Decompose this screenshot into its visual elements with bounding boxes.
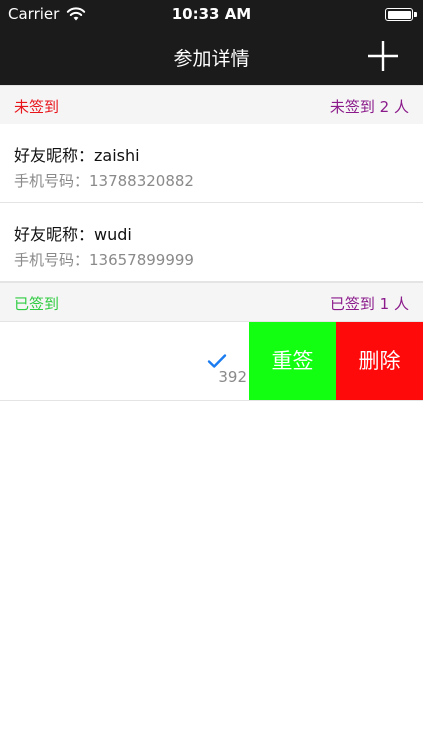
plus-icon[interactable] [365,38,401,74]
checkmark-icon [207,354,227,368]
battery-fill [387,10,411,19]
section-count-signed: 已签到 1 人 [329,295,409,313]
friend-phone: 手机号码：13657899999 [14,251,194,269]
resign-button[interactable]: 重签 [249,322,336,400]
page-title: 参加详情 [173,48,250,70]
delete-button[interactable]: 删除 [336,322,423,400]
section-header-signed: 已签到 已签到 1 人 [0,282,423,322]
battery-nub [414,12,417,17]
navigation-bar: 参加详情 [0,28,423,85]
friend-phone-partial: 392 [218,368,247,386]
friend-nickname: 好友昵称：zaishi [14,146,140,165]
list-item[interactable]: 好友昵称：zaishi 手机号码：13788320882 [0,124,423,203]
clock: 10:33 AM [171,5,252,23]
section-header-unsigned: 未签到 未签到 2 人 [0,85,423,125]
swiped-list-item[interactable]: 392 重签 删除 [0,322,423,401]
section-label-signed: 已签到 [14,295,60,313]
friend-phone: 手机号码：13788320882 [14,172,194,190]
friend-nickname: 好友昵称：wudi [14,225,132,244]
battery-icon [385,8,417,21]
status-bar: Carrier 10:33 AM [0,0,423,28]
list-item[interactable]: 好友昵称：wudi 手机号码：13657899999 [0,203,423,282]
section-label-unsigned: 未签到 [14,98,60,116]
section-count-unsigned: 未签到 2 人 [329,98,409,116]
